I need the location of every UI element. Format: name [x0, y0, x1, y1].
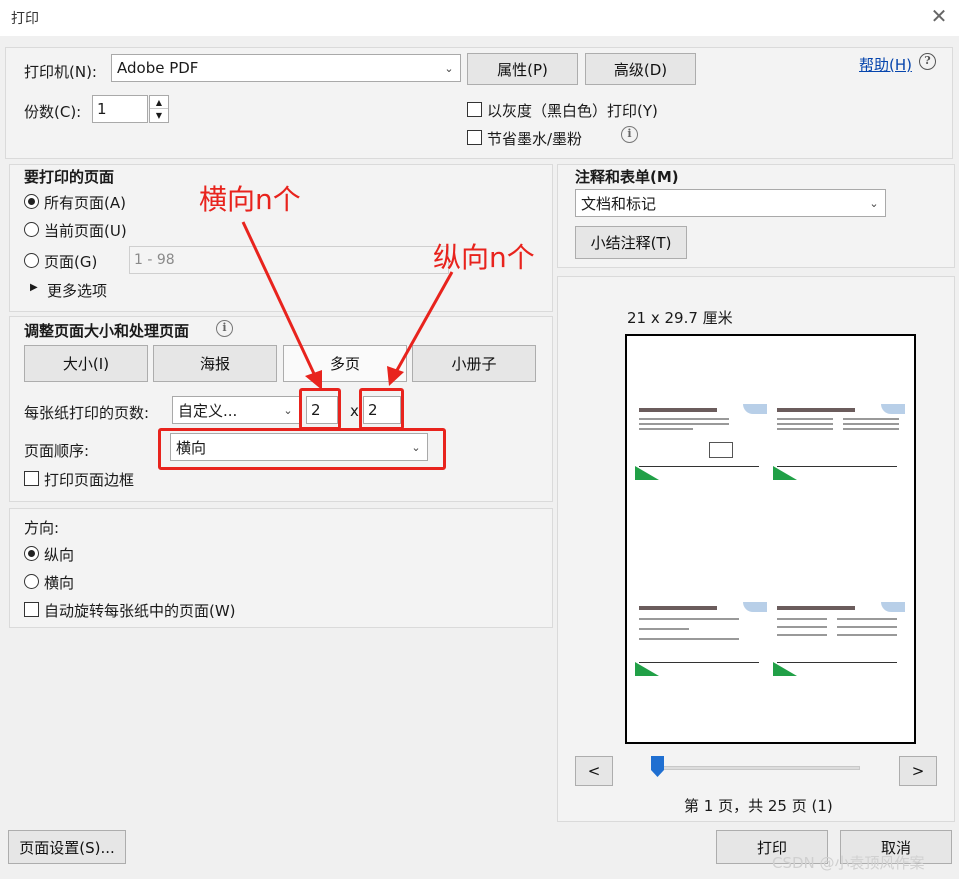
arrow-head-rows	[387, 366, 404, 386]
annotation-arrows	[241, 221, 454, 390]
arrow-to-columns	[241, 221, 318, 379]
rows-highlight-box	[359, 388, 404, 430]
page-order-highlight-box	[158, 428, 446, 470]
arrow-head-columns	[305, 370, 322, 390]
columns-highlight-box	[299, 388, 341, 430]
arrow-to-rows	[394, 271, 454, 373]
